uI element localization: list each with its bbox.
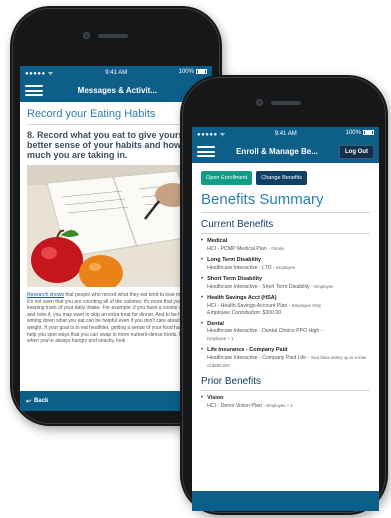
change-benefits-button[interactable]: Change Benefits [256, 171, 307, 185]
benefit-name: Life Insurance - Company Paid [207, 347, 288, 353]
benefit-coverage: Employee + 1 [266, 403, 293, 408]
benefit-plan: Healthcare Interactive - LTD [207, 265, 272, 271]
back-label: Back [34, 398, 49, 404]
status-bar: ●●●●● ᯤ 9:41 AM 100% [192, 127, 379, 140]
article-heading: 8. Record what you eat to give yourself … [27, 130, 202, 160]
earpiece-speaker [98, 34, 128, 38]
page-title: Benefits Summary [201, 191, 370, 213]
article-title: Record your Eating Habits [27, 108, 205, 125]
benefit-coverage: Employee + 1 [207, 336, 234, 341]
benefit-plan: HCI - Demo Vision Plan [207, 403, 262, 409]
bottom-bar [192, 491, 379, 511]
nav-title: Enroll & Manage Be... [236, 147, 318, 156]
front-phone-screen: ●●●●● ᯤ 9:41 AM 100% Enroll & Manage Be.… [192, 127, 379, 511]
hamburger-menu-icon[interactable] [25, 85, 43, 96]
bullet: • [201, 347, 204, 353]
benefit-plan: Healthcare Interactive - Short Term Disa… [207, 284, 310, 290]
nav-title: Messages & Activit... [77, 86, 157, 95]
benefit-coverage: Family [271, 246, 284, 251]
battery-indicator: 100% [345, 130, 374, 137]
stage: ●●●●● ᯤ 9:41 AM 100% Messages & Activit.… [0, 0, 391, 518]
benefit-item: • Medical HCI - PCMP Medical Plan - Fami… [201, 238, 284, 252]
benefit-item: • Short Term Disability Healthcare Inter… [201, 276, 334, 290]
bullet: • [201, 295, 204, 301]
nav-bar: Enroll & Manage Be... Log Out [192, 140, 379, 163]
logout-button[interactable]: Log Out [339, 144, 374, 159]
benefit-name: Vision [207, 395, 224, 401]
current-benefits-heading: Current Benefits [201, 219, 370, 234]
earpiece-speaker [271, 101, 301, 105]
open-enrollment-button[interactable]: Open Enrollment [201, 171, 253, 185]
benefit-coverage: Employee Only [291, 303, 322, 308]
benefit-item: • Long Term Disability Healthcare Intera… [201, 257, 296, 271]
bullet: • [201, 395, 204, 401]
status-time: 9:41 AM [105, 69, 128, 76]
bullet: • [201, 238, 204, 244]
benefit-coverage: Employee [314, 284, 334, 289]
article-body: Research shows that people who record wh… [27, 292, 205, 345]
status-bar: ●●●●● ᯤ 9:41 AM 100% [20, 66, 212, 79]
bullet: • [201, 321, 204, 327]
contribution-label: Employee Contribution: [207, 310, 262, 316]
hamburger-menu-icon[interactable] [197, 146, 215, 157]
battery-label: 100% [178, 69, 194, 76]
article-body-text: that people who record what they eat ten… [27, 292, 205, 345]
front-camera [83, 32, 90, 39]
back-arrow-icon: ↩ [26, 398, 32, 405]
notebook-apple-illustration [27, 165, 205, 287]
benefit-item: • Vision HCI - Demo Vision Plan - Employ… [201, 395, 293, 409]
battery-indicator: 100% [178, 69, 207, 76]
benefit-coverage: Employee [276, 265, 296, 270]
benefit-name: Short Term Disability [207, 276, 263, 282]
status-time: 9:41 AM [274, 130, 297, 137]
benefit-name: Medical [207, 238, 228, 244]
benefit-name: Long Term Disability [207, 257, 262, 263]
front-phone: ●●●●● ᯤ 9:41 AM 100% Enroll & Manage Be.… [180, 75, 388, 515]
action-buttons: Open Enrollment Change Benefits [201, 171, 370, 185]
signal-indicator: ●●●●● ᯤ [197, 131, 226, 138]
bullet: • [201, 276, 204, 282]
benefit-plan: HCI - PCMP Medical Plan [207, 246, 267, 252]
battery-icon [362, 130, 374, 136]
benefit-item: • Health Savings Acct (HSA) HCI - Health… [201, 295, 322, 316]
front-camera [256, 99, 263, 106]
benefit-name: Health Savings Acct (HSA) [207, 295, 277, 301]
benefits-content: Open Enrollment Change Benefits Benefits… [192, 163, 379, 410]
battery-icon [195, 69, 207, 75]
prior-benefits-heading: Prior Benefits [201, 376, 370, 391]
signal-indicator: ●●●●● ᯤ [25, 70, 54, 77]
benefit-name: Dental [207, 321, 224, 327]
bullet: • [201, 257, 204, 263]
battery-label: 100% [345, 130, 361, 137]
article-image [27, 165, 205, 287]
benefit-item: • Dental Healthcare Interactive - Dental… [201, 321, 323, 341]
benefit-item: • Life Insurance - Company Paid Healthca… [201, 347, 370, 370]
contribution-value: $300.00 [262, 310, 282, 316]
benefit-plan: Healthcare Interactive - Dental Choice P… [207, 328, 320, 334]
benefit-plan: Healthcare Interactive - Company Paid Li… [207, 355, 307, 361]
benefit-plan: HCI - Health Savings Account Plan [207, 303, 288, 309]
research-link[interactable]: Research shows [27, 292, 64, 298]
